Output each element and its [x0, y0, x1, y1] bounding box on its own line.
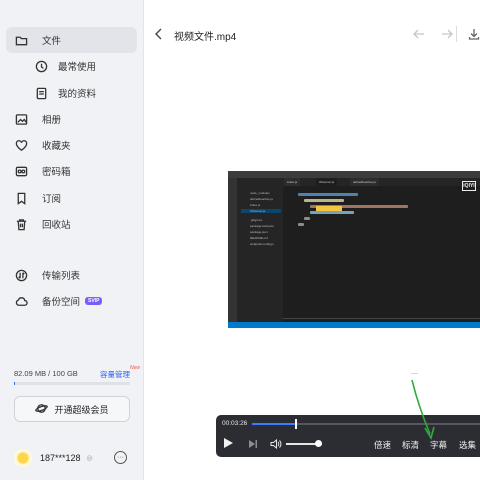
quality-button[interactable]: 标清	[402, 439, 419, 451]
iqiyi-watermark: iQIYI	[462, 181, 476, 191]
cloud-icon	[14, 294, 28, 308]
user-name: 187***128	[40, 453, 81, 463]
sidebar-item-recent[interactable]: 最常使用	[6, 53, 137, 79]
file-title: 视频文件.mp4	[174, 32, 237, 43]
sidebar-item-label: 备份空间	[42, 297, 81, 308]
photo-icon	[14, 112, 28, 126]
open-vip-label: 开通超级会员	[54, 404, 109, 415]
clock-icon	[34, 59, 48, 73]
sidebar-item-label: 传输列表	[42, 271, 81, 282]
video-tab: Observer.js	[316, 178, 338, 186]
sidebar-item-label: 相册	[42, 115, 62, 126]
folder-icon	[14, 33, 28, 47]
preview-header: 视频文件.mp4	[144, 20, 480, 50]
sidebar-item-label: 文件	[42, 36, 62, 47]
video-file: README.md	[250, 236, 268, 240]
sidebar-item-label: 收藏夹	[42, 141, 71, 152]
new-badge: New	[130, 365, 141, 371]
open-vip-button[interactable]: 开通超级会员	[14, 396, 130, 422]
speed-button[interactable]: 倍速	[374, 439, 391, 451]
more-options-icon[interactable]: ···	[114, 451, 127, 464]
video-file: webpack.config.js	[250, 242, 274, 246]
subtitle-button[interactable]: 字幕	[430, 439, 447, 451]
code-line	[298, 193, 358, 196]
video-file: index.js	[250, 203, 261, 207]
main-content: 视频文件.mp4 node_modules defineReactive.js …	[144, 0, 480, 480]
video-tabbar	[283, 178, 480, 186]
code-line	[304, 199, 344, 202]
video-file: node_modules	[250, 191, 270, 195]
planet-icon	[35, 402, 49, 417]
progress-handle[interactable]	[295, 419, 297, 429]
sidebar-item-label: 最常使用	[58, 62, 97, 73]
sidebar-item-subscribe[interactable]: 订阅	[6, 185, 137, 211]
user-profile[interactable]: 187***128 ◎	[14, 446, 93, 470]
prev-arrow-icon[interactable]	[412, 28, 426, 40]
sidebar-item-label: 订阅	[42, 194, 62, 205]
storage-manage-link[interactable]: 容量管理	[100, 369, 130, 380]
storage-usage-text: 82.09 MB / 100 GB	[14, 369, 78, 378]
sidebar-item-label: 回收站	[42, 220, 71, 231]
safe-icon	[14, 164, 28, 178]
svip-badge: SVIP	[85, 297, 103, 305]
back-arrow-icon[interactable]	[154, 28, 164, 40]
control-row: 倍速 标清 字幕 选集	[216, 435, 480, 453]
sidebar-item-album[interactable]: 相册	[6, 106, 137, 132]
volume-handle[interactable]	[315, 440, 323, 447]
sidebar-item-recycle[interactable]: 回收站	[6, 211, 137, 237]
storage-bar	[14, 382, 130, 385]
next-arrow-icon[interactable]	[440, 28, 454, 40]
play-icon[interactable]	[224, 438, 233, 448]
next-track-icon[interactable]	[248, 439, 258, 449]
storage-bar-fill	[14, 382, 15, 385]
video-file: Observer.js	[241, 209, 281, 213]
video-file: defineReactive.js	[250, 197, 273, 201]
heart-icon	[14, 138, 28, 152]
sidebar-item-label: 我的资料	[58, 89, 97, 100]
code-line	[298, 223, 304, 226]
sidebar: 文件 最常使用 我的资料 相册 收藏夹 密码箱 订阅 回收站 传输列表 备份空间…	[0, 0, 144, 480]
document-icon	[34, 86, 48, 100]
video-tab: defineReactive.js	[350, 178, 379, 186]
code-line	[310, 211, 354, 214]
video-explorer: node_modules defineReactive.js index.js …	[237, 178, 283, 322]
video-activity-bar	[228, 178, 237, 322]
sidebar-item-files[interactable]: 文件	[6, 27, 137, 53]
bookmark-icon	[14, 191, 28, 205]
progress-bar[interactable]	[252, 419, 480, 429]
volume-icon[interactable]	[270, 438, 282, 450]
sidebar-item-favorites[interactable]: 收藏夹	[6, 132, 137, 158]
user-level-icon: ◎	[86, 455, 93, 462]
header-divider	[456, 26, 457, 42]
video-tab: index.js	[284, 178, 301, 186]
code-line	[304, 217, 310, 220]
sidebar-item-safe[interactable]: 密码箱	[6, 158, 137, 184]
sidebar-item-transfers[interactable]: 传输列表	[6, 262, 137, 288]
progress-fill	[252, 423, 296, 425]
download-icon[interactable]	[468, 28, 480, 40]
transfer-icon	[14, 268, 28, 282]
sidebar-item-label: 密码箱	[42, 167, 71, 178]
trash-icon	[14, 217, 28, 231]
header-actions	[412, 28, 480, 40]
current-time: 00:03:26	[222, 420, 248, 427]
sidebar-item-backup[interactable]: 备份空间 SVIP	[6, 288, 137, 314]
video-file: package-lock.json	[250, 224, 275, 228]
video-frame[interactable]: node_modules defineReactive.js index.js …	[228, 171, 480, 328]
app-window: 文件 最常使用 我的资料 相册 收藏夹 密码箱 订阅 回收站 传输列表 备份空间…	[0, 0, 480, 480]
player-controls: 00:03:26 倍速 标清 字幕 选集	[216, 415, 480, 457]
avatar[interactable]	[14, 449, 32, 467]
video-titlebar	[228, 171, 480, 178]
video-statusbar	[228, 322, 480, 328]
episodes-button[interactable]: 选集	[459, 439, 476, 451]
video-file: .gitignore	[250, 218, 263, 222]
video-panel-line	[283, 318, 480, 319]
video-file: package.json	[250, 230, 268, 234]
sidebar-item-my-docs[interactable]: 我的资料	[6, 80, 137, 106]
cursor-marker: —	[411, 370, 418, 377]
